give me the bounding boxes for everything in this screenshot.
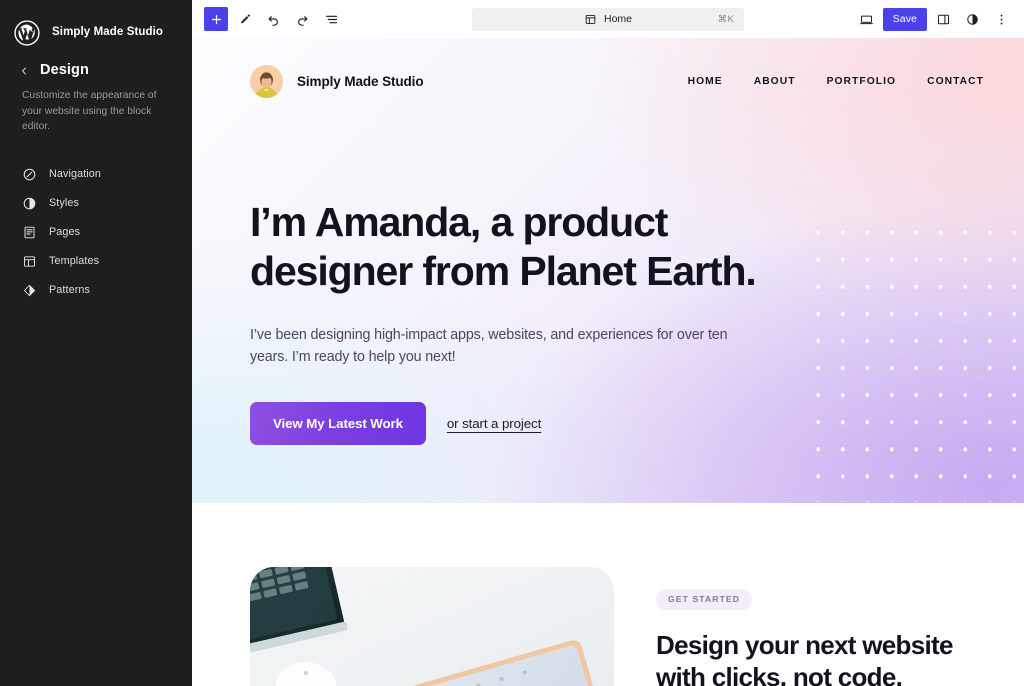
hero-cta-group: View My Latest Work or start a project [250,401,1024,446]
tools-button[interactable] [232,7,257,32]
sidebar-description: Customize the appearance of your website… [22,90,157,133]
sidebar-item-label: Templates [49,255,100,268]
command-bar[interactable]: Home ⌘K [472,7,744,31]
save-button[interactable]: Save [882,7,927,31]
styles-half-circle-icon [22,196,37,211]
settings-sidebar-button[interactable] [931,7,956,32]
template-page-icon [584,13,597,26]
sidebar-item-styles[interactable]: Styles [10,189,182,218]
get-started-text: GET STARTED Design your next website wit… [656,567,986,686]
styles-button[interactable] [960,7,985,32]
pencil-tools-icon [237,12,252,27]
templates-layout-icon [22,254,37,269]
navigation-icon [22,167,37,182]
document-overview-icon [323,11,340,28]
avatar [250,65,283,98]
nav-link-portfolio[interactable]: PORTFOLIO [827,76,897,87]
site-header: Simply Made Studio HOME ABOUT PORTFOLIO … [192,38,1024,98]
editor-sidebar: Simply Made Studio Design Customize the … [0,0,192,686]
settings-sidebar-icon [936,12,951,27]
site-name: Simply Made Studio [297,74,424,89]
sidebar-section-title: Design [40,62,89,78]
editor-main: Home ⌘K Save Simply Made Studio HOME ABO… [192,0,1024,686]
patterns-diamond-icon [22,283,37,298]
sidebar-item-label: Styles [49,197,80,210]
sidebar-brand-title: Simply Made Studio [52,25,164,38]
site-navigation: HOME ABOUT PORTFOLIO CONTACT [688,76,984,87]
desk-photo [250,567,614,686]
nav-link-home[interactable]: HOME [688,76,723,87]
sidebar-item-label: Navigation [49,168,102,181]
view-latest-work-button[interactable]: View My Latest Work [250,401,426,446]
sidebar-brand[interactable]: Simply Made Studio [0,0,192,52]
status-badge: GET STARTED [656,589,753,610]
sidebar-item-patterns[interactable]: Patterns [10,276,182,305]
redo-arrow-icon [295,12,310,27]
hero-title: I’m Amanda, a product designer from Plan… [250,199,757,294]
sidebar-item-label: Patterns [49,284,91,297]
more-options-vertical-icon [994,12,1009,27]
sidebar-item-navigation[interactable]: Navigation [10,160,182,189]
styles-contrast-icon [965,12,980,27]
hero-content: I’m Amanda, a product designer from Plan… [192,98,1024,446]
sidebar-nav: Navigation Styles Pages Templates Patter… [0,160,192,305]
sidebar-item-pages[interactable]: Pages [10,218,182,247]
document-overview-button[interactable] [319,7,344,32]
site-editor-window: Simply Made Studio Design Customize the … [0,0,1024,686]
add-block-button[interactable] [204,7,228,31]
sidebar-item-templates[interactable]: Templates [10,247,182,276]
wordpress-logo-icon[interactable] [14,19,40,46]
section-title: Design your next website with clicks, no… [656,629,953,686]
desktop-view-icon [859,12,874,27]
editor-toolbar: Home ⌘K Save [192,0,1024,38]
pages-document-icon [22,225,37,240]
command-bar-label: Home [603,13,632,25]
site-branding[interactable]: Simply Made Studio [250,65,424,98]
hero-section: Simply Made Studio HOME ABOUT PORTFOLIO … [192,38,1024,503]
command-bar-shortcut: ⌘K [717,13,734,25]
toolbar-right-group: Save [854,7,1014,32]
get-started-section: GET STARTED Design your next website wit… [192,503,1024,686]
hero-subtitle: I’ve been designing high-impact apps, we… [250,326,728,366]
more-options-button[interactable] [989,7,1014,32]
redo-button[interactable] [290,7,315,32]
chevron-left-icon[interactable] [18,64,30,76]
undo-button[interactable] [261,7,286,32]
view-button[interactable] [854,7,879,32]
toolbar-left-group [204,7,344,32]
sidebar-back-row[interactable]: Design [0,52,192,78]
undo-arrow-icon [266,12,281,27]
site-canvas: Simply Made Studio HOME ABOUT PORTFOLIO … [192,38,1024,686]
nav-link-about[interactable]: ABOUT [754,76,796,87]
sidebar-item-label: Pages [49,226,81,239]
start-a-project-link[interactable]: or start a project [447,416,541,431]
nav-link-contact[interactable]: CONTACT [927,76,984,87]
plus-icon [209,12,224,27]
